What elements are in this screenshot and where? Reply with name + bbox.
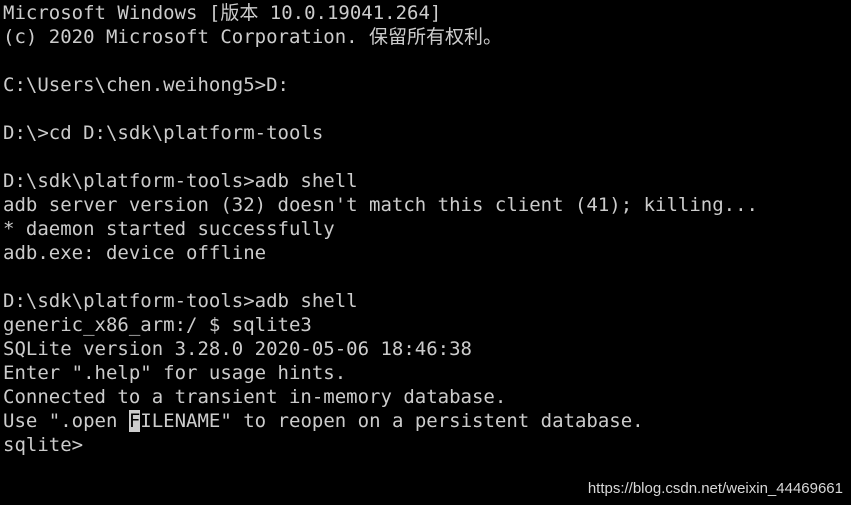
console-line-with-cursor: Use ".open FILENAME" to reopen on a pers… bbox=[3, 409, 851, 433]
text-cursor: F bbox=[128, 410, 141, 432]
console-line: Enter ".help" for usage hints. bbox=[3, 362, 347, 384]
console-line: adb.exe: device offline bbox=[3, 242, 267, 264]
console-text: ILENAME" to reopen on a persistent datab… bbox=[140, 410, 644, 432]
console-line: * daemon started successfully bbox=[3, 218, 335, 240]
console-line: generic_x86_arm:/ $ sqlite3 bbox=[3, 314, 312, 336]
console-line: D:\sdk\platform-tools>adb shell bbox=[3, 170, 358, 192]
console-line: Microsoft Windows [版本 10.0.19041.264] bbox=[3, 2, 442, 24]
watermark-url: https://blog.csdn.net/weixin_44469661 bbox=[587, 480, 843, 497]
console-line: C:\Users\chen.weihong5>D: bbox=[3, 74, 289, 96]
console-line: SQLite version 3.28.0 2020-05-06 18:46:3… bbox=[3, 338, 472, 360]
console-line: D:\sdk\platform-tools>adb shell bbox=[3, 290, 358, 312]
console-line: Connected to a transient in-memory datab… bbox=[3, 386, 507, 408]
console-window[interactable]: Microsoft Windows [版本 10.0.19041.264] (c… bbox=[0, 0, 851, 505]
console-line: (c) 2020 Microsoft Corporation. 保留所有权利。 bbox=[3, 26, 503, 48]
console-line: adb server version (32) doesn't match th… bbox=[3, 194, 758, 216]
console-text: Use ".open bbox=[3, 410, 129, 432]
console-line: D:\>cd D:\sdk\platform-tools bbox=[3, 122, 324, 144]
sqlite-prompt[interactable]: sqlite> bbox=[3, 433, 851, 457]
